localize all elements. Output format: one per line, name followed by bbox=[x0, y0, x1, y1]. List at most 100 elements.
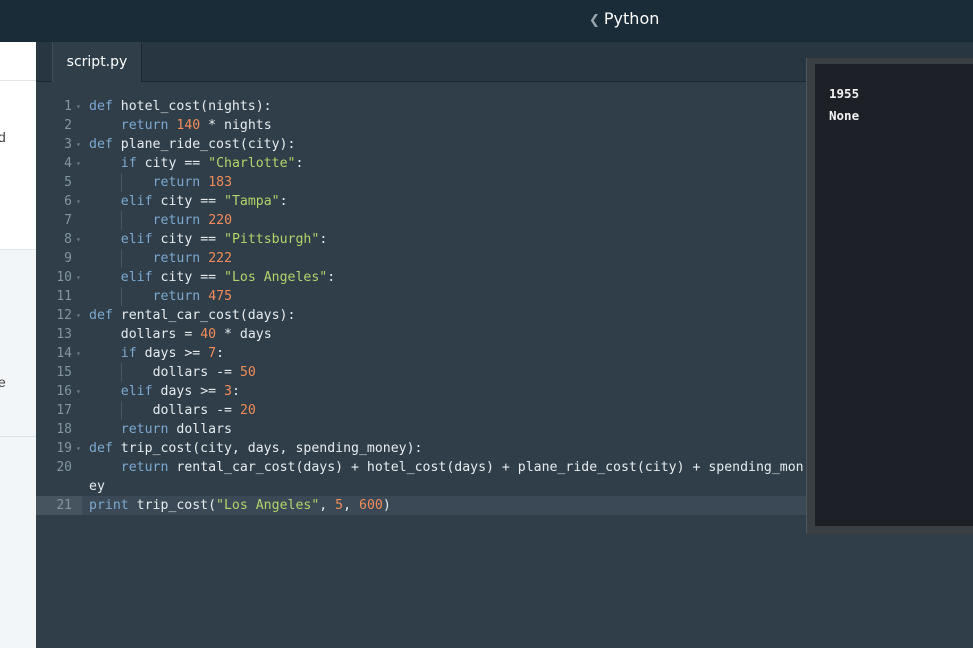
code-line[interactable]: 7 return 220 bbox=[36, 211, 806, 230]
output-console: 1955 None bbox=[806, 58, 973, 534]
line-number: 8 bbox=[64, 232, 72, 247]
indent-guide bbox=[120, 249, 122, 268]
code-line[interactable]: 14 ▾ if days >= 7: bbox=[36, 344, 806, 363]
line-number: 13 bbox=[56, 327, 72, 342]
instruction-text-fragment: e bbox=[0, 374, 6, 390]
keyword-token: return bbox=[152, 175, 201, 190]
line-number: 19 bbox=[56, 441, 72, 456]
code-token: hotel_cost(nights): bbox=[112, 99, 272, 114]
fold-arrow-icon[interactable]: ▾ bbox=[76, 135, 81, 154]
code-line[interactable]: 19 ▾ def trip_cost(city, days, spending_mo… bbox=[36, 439, 806, 458]
code-line[interactable]: 20 return rental_car_cost(days) + hotel_c… bbox=[36, 458, 806, 477]
indent-guide bbox=[120, 211, 122, 230]
code-token: : bbox=[216, 346, 225, 361]
code-token: : bbox=[319, 232, 328, 247]
code-token: plane_ride_cost(city): bbox=[112, 137, 296, 152]
fold-arrow-icon[interactable]: ▾ bbox=[76, 154, 81, 173]
string-token: "Pittsburgh" bbox=[224, 232, 320, 247]
code-token: * nights bbox=[200, 118, 272, 133]
code-token: * days bbox=[216, 327, 272, 342]
code-line[interactable]: 12 ▾ def rental_car_cost(days): bbox=[36, 306, 806, 325]
code-token: city == bbox=[152, 232, 225, 247]
code-text: print trip_cost("Los Angeles", 5, 600) bbox=[89, 496, 391, 515]
keyword-token: return bbox=[152, 289, 201, 304]
code-line[interactable]: ey bbox=[36, 477, 806, 496]
code-line[interactable]: 4 ▾ if city == "Charlotte": bbox=[36, 154, 806, 173]
number-token: 183 bbox=[208, 175, 233, 190]
fold-arrow-icon[interactable]: ▾ bbox=[76, 344, 81, 363]
number-token: 40 bbox=[200, 327, 217, 342]
code-line[interactable]: 5 return 183 bbox=[36, 173, 806, 192]
code-token: dollars -= bbox=[152, 365, 240, 380]
chevron-left-icon: ❮ bbox=[589, 13, 600, 28]
code-token: trip_cost( bbox=[128, 498, 217, 513]
code-line[interactable]: 1 ▾ def hotel_cost(nights): bbox=[36, 97, 806, 116]
code-line[interactable]: 16 ▾ elif days >= 3: bbox=[36, 382, 806, 401]
keyword-token: print bbox=[89, 498, 129, 513]
keyword-token: elif bbox=[120, 384, 153, 399]
fold-arrow-icon[interactable]: ▾ bbox=[76, 230, 81, 249]
indent-guide bbox=[120, 173, 122, 192]
language-title: Python bbox=[603, 9, 660, 28]
line-number: 21 bbox=[56, 498, 72, 513]
indent-guide bbox=[120, 287, 122, 306]
code-line[interactable]: 17 dollars -= 20 bbox=[36, 401, 806, 420]
code-editor[interactable]: 1 ▾ def hotel_cost(nights): 2 return 140 * n… bbox=[36, 82, 806, 648]
code-line[interactable]: 9 return 222 bbox=[36, 249, 806, 268]
code-line[interactable]: 21 print trip_cost("Los Angeles", 5, 600) bbox=[36, 496, 806, 515]
keyword-token: return bbox=[152, 251, 201, 266]
code-text: elif city == "Los Angeles": bbox=[121, 268, 335, 287]
output-line: None bbox=[829, 108, 860, 123]
keyword-token: elif bbox=[120, 232, 153, 247]
code-lines[interactable]: 1 ▾ def hotel_cost(nights): 2 return 140 * n… bbox=[36, 97, 806, 515]
code-text: dollars = 40 * days bbox=[121, 325, 272, 344]
indent-guide bbox=[120, 363, 122, 382]
keyword-token: def bbox=[89, 308, 113, 323]
language-selector[interactable]: ❮ Python bbox=[589, 9, 659, 28]
code-line[interactable]: 3 ▾ def plane_ride_cost(city): bbox=[36, 135, 806, 154]
code-line[interactable]: 6 ▾ elif city == "Tampa": bbox=[36, 192, 806, 211]
instructions-section: d bbox=[0, 81, 36, 250]
code-line[interactable]: 8 ▾ elif city == "Pittsburgh": bbox=[36, 230, 806, 249]
code-line[interactable]: 2 return 140 * nights bbox=[36, 116, 806, 135]
number-token: 3 bbox=[224, 384, 232, 399]
code-text: if city == "Charlotte": bbox=[121, 154, 304, 173]
keyword-token: if bbox=[120, 156, 137, 171]
fold-arrow-icon[interactable]: ▾ bbox=[76, 97, 81, 116]
code-text: if days >= 7: bbox=[121, 344, 224, 363]
code-text: elif city == "Tampa": bbox=[121, 192, 288, 211]
number-token: 220 bbox=[208, 213, 233, 228]
line-number: 15 bbox=[56, 365, 72, 380]
fold-arrow-icon[interactable]: ▾ bbox=[76, 306, 81, 325]
code-text: return dollars bbox=[121, 420, 232, 439]
code-line[interactable]: 10 ▾ elif city == "Los Angeles": bbox=[36, 268, 806, 287]
code-text: dollars -= 20 bbox=[153, 401, 256, 420]
code-text: return 140 * nights bbox=[121, 116, 272, 135]
fold-arrow-icon[interactable]: ▾ bbox=[76, 382, 81, 401]
line-number: 11 bbox=[56, 289, 72, 304]
code-token: rental_car_cost(days): bbox=[112, 308, 296, 323]
output-console-body: 1955 None bbox=[815, 64, 973, 526]
code-token: dollars bbox=[168, 422, 232, 437]
fold-arrow-icon[interactable]: ▾ bbox=[76, 192, 81, 211]
code-token: ey bbox=[89, 479, 105, 494]
code-text: def rental_car_cost(days): bbox=[89, 306, 295, 325]
fold-arrow-icon[interactable]: ▾ bbox=[76, 268, 81, 287]
code-line[interactable]: 18 return dollars bbox=[36, 420, 806, 439]
code-line[interactable]: 13 dollars = 40 * days bbox=[36, 325, 806, 344]
indent-guide bbox=[120, 401, 122, 420]
code-token: city == bbox=[136, 156, 209, 171]
number-token: 7 bbox=[208, 346, 217, 361]
line-number: 3 bbox=[64, 137, 72, 152]
code-line[interactable]: 11 return 475 bbox=[36, 287, 806, 306]
top-bar: ❮ Python bbox=[0, 0, 973, 43]
fold-arrow-icon[interactable]: ▾ bbox=[76, 439, 81, 458]
line-number: 9 bbox=[64, 251, 72, 266]
line-number: 16 bbox=[56, 384, 72, 399]
line-number: 17 bbox=[56, 403, 72, 418]
tab-script-py[interactable]: script.py bbox=[52, 42, 142, 82]
code-line[interactable]: 15 dollars -= 50 bbox=[36, 363, 806, 382]
